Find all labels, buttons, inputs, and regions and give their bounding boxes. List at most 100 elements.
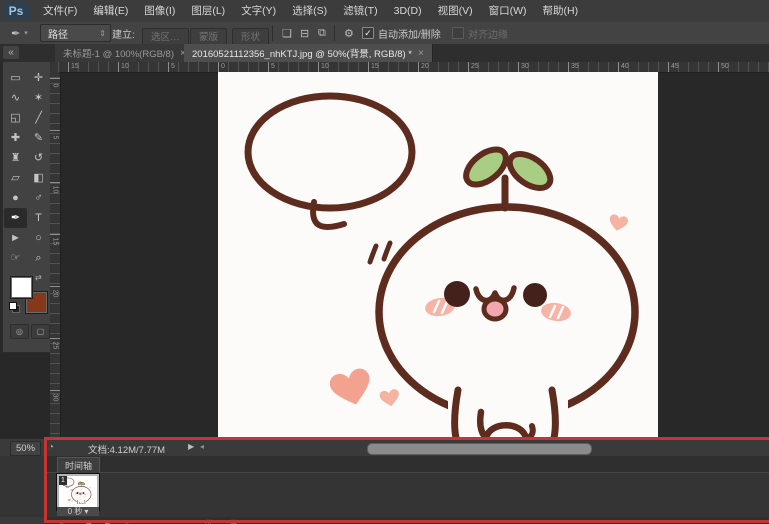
document-tab-untitled[interactable]: 未标题-1 @ 100%(RGB/8) × <box>55 44 195 62</box>
path-selection-tool[interactable]: ► <box>4 228 27 248</box>
path-alignment-button[interactable]: ⊟ <box>296 22 313 44</box>
clone-stamp-tool[interactable]: ♜ <box>4 148 27 168</box>
make-label: 建立: <box>112 22 135 44</box>
eraser-tool[interactable]: ▱ <box>4 168 27 188</box>
screen-mode-button[interactable]: ▢ <box>31 324 50 339</box>
menu-view[interactable]: 视图(V) <box>430 0 481 22</box>
frame-duration-control[interactable]: 0 秒 ▾ <box>57 507 99 516</box>
menu-image[interactable]: 图像(I) <box>136 0 183 22</box>
kawaii-character-artwork <box>218 72 658 438</box>
menu-layer[interactable]: 图层(L) <box>183 0 233 22</box>
chevron-down-icon: ▾ <box>84 507 88 516</box>
pen-icon: ✒ <box>11 213 20 224</box>
tool-preset-picker[interactable]: ✒ ▾ <box>7 22 28 44</box>
scroll-left-arrow-icon[interactable]: ◂ <box>200 442 204 451</box>
timeline-controls-clipped: ≡ ◀ ▶ ▹ ⊞ ▦ <box>45 517 769 524</box>
checkbox-unchecked-icon <box>452 27 464 39</box>
tools-panel: ▭ ✛ ∿ ✶ ◱ ╱ ✚ ✎ ♜ ↺ ▱ ◧ ● ♂ ✒ T ► ○ ☞ ⌕ <box>2 62 52 353</box>
photoshop-window: Ps 文件(F) 编辑(E) 图像(I) 图层(L) 文字(Y) 选择(S) 滤… <box>0 0 769 524</box>
timeline-menu-icon[interactable]: ≡ <box>59 518 64 524</box>
pen-tool[interactable]: ✒ <box>4 208 27 228</box>
hand-tool[interactable]: ☞ <box>4 248 27 268</box>
tools-collapse-button[interactable]: « <box>3 46 19 59</box>
play-icon[interactable]: ▶ <box>105 518 111 524</box>
quick-mask-button[interactable]: ◎ <box>10 324 29 339</box>
menu-file[interactable]: 文件(F) <box>35 0 85 22</box>
crop-icon: ◱ <box>10 113 20 124</box>
photoshop-logo: Ps <box>3 2 29 20</box>
separator <box>334 25 335 41</box>
menu-select[interactable]: 选择(S) <box>284 0 335 22</box>
status-flyout-arrow-icon[interactable]: ▶ <box>188 442 194 451</box>
pen-mode-select[interactable]: 路径 ⇕ <box>40 25 111 41</box>
type-tool[interactable]: T <box>27 208 50 228</box>
convert-timeline-icon[interactable]: ▦ <box>230 518 238 524</box>
zoom-tool[interactable]: ⌕ <box>27 248 50 268</box>
default-colors-icon[interactable] <box>9 302 19 312</box>
foreground-color-swatch[interactable] <box>10 276 33 299</box>
menu-window[interactable]: 窗口(W) <box>481 0 535 22</box>
timeline-panel: 时间轴 1 0 秒 ▾ <box>0 456 769 517</box>
menu-type[interactable]: 文字(Y) <box>233 0 284 22</box>
menu-filter[interactable]: 滤镜(T) <box>335 0 385 22</box>
move-tool[interactable]: ✛ <box>27 68 50 88</box>
blur-tool[interactable]: ● <box>4 188 27 208</box>
tool-options-bar: ✒ ▾ 路径 ⇕ 建立: 选区… 蒙版 形状 ❏ ⊟ ⧉ <box>0 22 769 45</box>
brush-icon: ✎ <box>34 133 43 144</box>
menu-help[interactable]: 帮助(H) <box>535 0 587 22</box>
document-size-info: 文档:4.12M/7.77M <box>88 442 165 456</box>
gear-icon: ⚙ <box>340 27 358 40</box>
spot-healing-brush-tool[interactable]: ✚ <box>4 128 27 148</box>
animation-frame-1[interactable]: 1 <box>57 474 99 510</box>
document-tab-bar: « 未标题-1 @ 100%(RGB/8) × 20160521112356_n… <box>0 44 769 63</box>
status-bar: 50% ◔ 文档:4.12M/7.77M ▶ ◂ <box>0 438 769 457</box>
gradient-tool[interactable]: ◧ <box>27 168 50 188</box>
swap-colors-icon[interactable]: ⇄ <box>35 273 42 282</box>
lasso-icon: ∿ <box>11 93 20 104</box>
history-brush-tool[interactable]: ↺ <box>27 148 50 168</box>
rectangular-marquee-tool[interactable]: ▭ <box>4 68 27 88</box>
gradient-icon: ◧ <box>33 173 43 184</box>
frame-duration-value: 0 秒 <box>68 506 83 517</box>
magic-wand-icon: ✶ <box>34 93 43 104</box>
heart-small <box>379 388 401 407</box>
zoom-level-field[interactable]: 50% <box>10 441 41 456</box>
auto-add-delete-checkbox[interactable]: ✓ 自动添加/删除 <box>362 22 441 44</box>
pen-options-gear-button[interactable]: ⚙ <box>340 22 358 44</box>
eyedropper-tool[interactable]: ╱ <box>27 108 50 128</box>
menu-3d[interactable]: 3D(D) <box>386 0 430 22</box>
tool-grid: ▭ ✛ ∿ ✶ ◱ ╱ ✚ ✎ ♜ ↺ ▱ ◧ ● ♂ ✒ T ► ○ ☞ ⌕ <box>4 68 50 268</box>
close-icon[interactable]: × <box>418 48 424 59</box>
menu-edit[interactable]: 编辑(E) <box>85 0 136 22</box>
move-icon: ✛ <box>34 73 43 84</box>
motion-mark <box>370 246 376 262</box>
eye-right <box>523 283 547 307</box>
brush-tool[interactable]: ✎ <box>27 128 50 148</box>
eyedropper-icon: ╱ <box>35 113 42 124</box>
preset-caret-icon: ▾ <box>24 29 28 37</box>
next-frame-icon[interactable]: ▹ <box>125 518 129 524</box>
previous-frame-icon[interactable]: ◀ <box>85 518 91 524</box>
new-frame-icon[interactable]: ⊞ <box>205 518 212 524</box>
magic-wand-tool[interactable]: ✶ <box>27 88 50 108</box>
dodge-tool[interactable]: ♂ <box>27 188 50 208</box>
lasso-tool[interactable]: ∿ <box>4 88 27 108</box>
separator <box>272 25 273 41</box>
spinner-icon: ⇕ <box>99 29 106 38</box>
timeline-tab[interactable]: 时间轴 <box>57 457 100 473</box>
workspace: ▭ ✛ ∿ ✶ ◱ ╱ ✚ ✎ ♜ ↺ ▱ ◧ ● ♂ ✒ T ► ○ ☞ ⌕ <box>0 62 769 438</box>
align-edges-checkbox: 对齐边缘 <box>452 22 508 44</box>
document-canvas[interactable] <box>218 72 658 438</box>
path-arrangement-icon: ⧉ <box>314 27 330 40</box>
crop-tool[interactable]: ◱ <box>4 108 27 128</box>
hand-icon: ☞ <box>11 253 21 264</box>
character-leg <box>552 390 555 438</box>
ellipse-shape-tool[interactable]: ○ <box>27 228 50 248</box>
path-operations-icon: ❏ <box>278 27 296 40</box>
sprout-leaf-right <box>504 147 557 195</box>
path-arrangement-button[interactable]: ⧉ <box>314 22 330 44</box>
path-operations-button[interactable]: ❏ <box>278 22 296 44</box>
sync-status-icon: ◔ <box>48 442 54 453</box>
document-tab-active[interactable]: 20160521112356_nhKTJ.jpg @ 50%(背景, RGB/8… <box>184 44 433 62</box>
horizontal-scrollbar-thumb[interactable] <box>367 443 592 455</box>
